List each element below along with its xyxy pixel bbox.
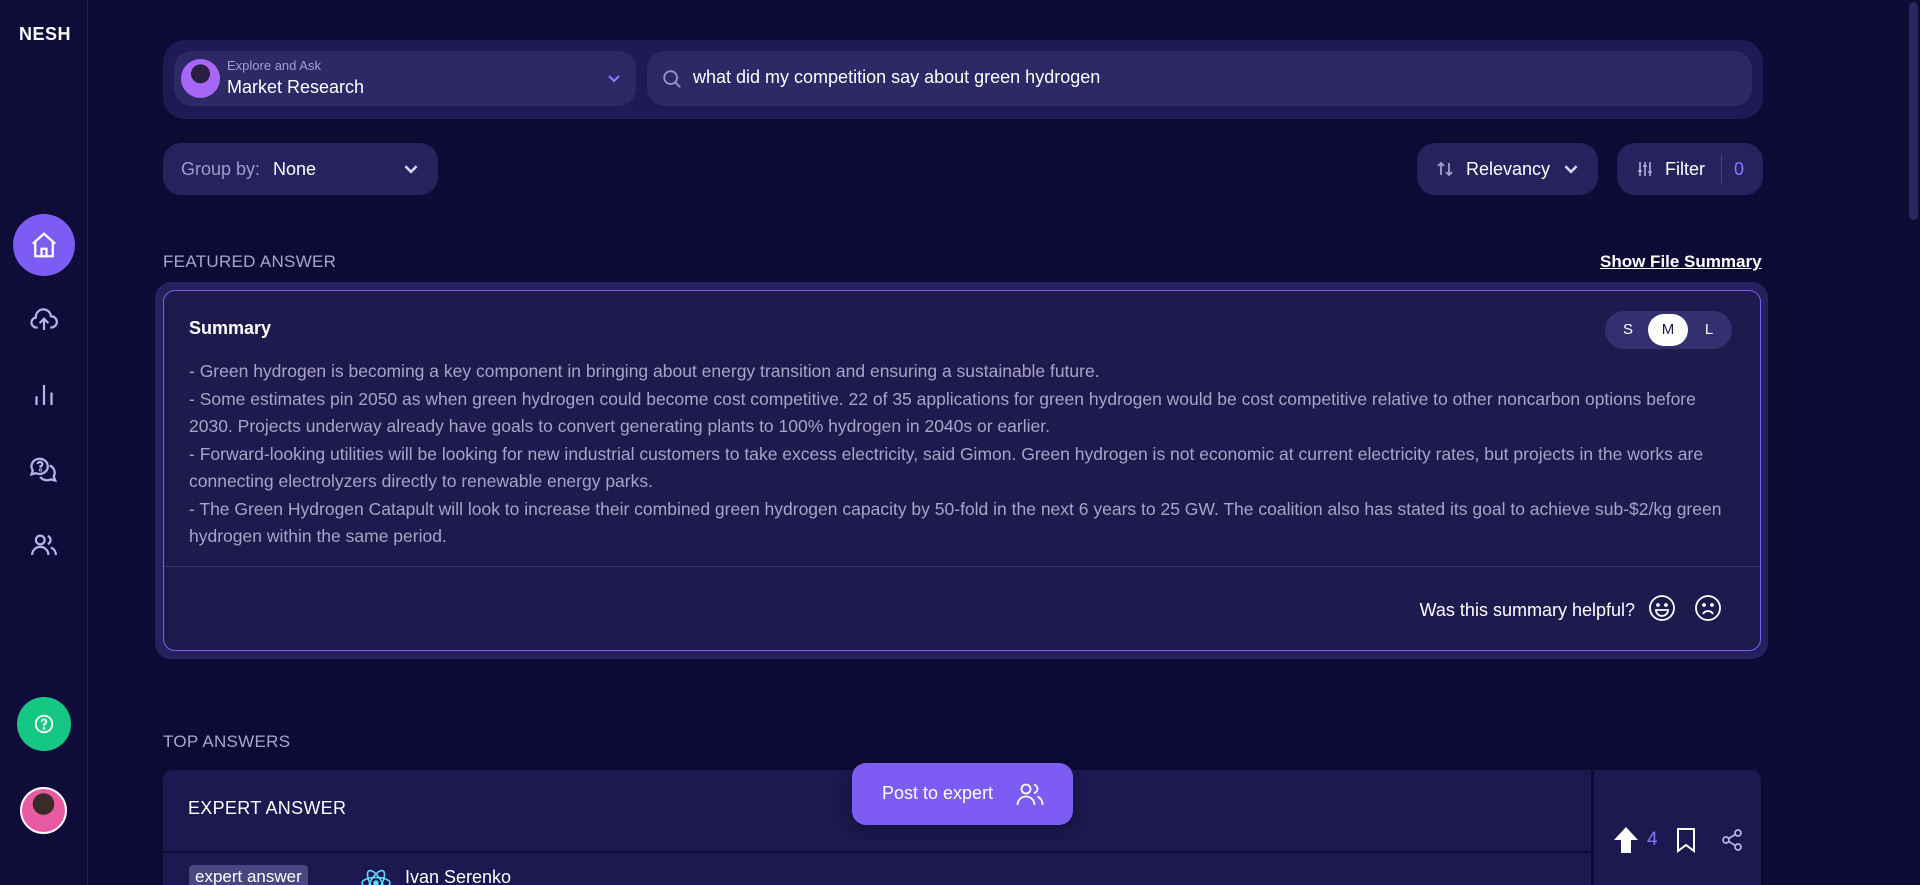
nav-home-button[interactable] <box>13 214 75 276</box>
answer-actions: 4 <box>1594 770 1761 885</box>
home-icon <box>32 232 56 258</box>
answer-type-title: EXPERT ANSWER <box>188 798 347 818</box>
filter-button[interactable]: Filter 0 <box>1617 143 1763 195</box>
group-by-select[interactable]: Group by: None <box>163 143 438 195</box>
featured-answer-heading: FEATURED ANSWER <box>163 252 337 271</box>
summary-title: Summary <box>189 318 272 338</box>
mode-caption: Explore and Ask <box>227 58 321 73</box>
sliders-icon <box>1638 162 1652 176</box>
app-logo[interactable]: NESH <box>19 24 71 45</box>
search-bar: Explore and Ask Market Research what did… <box>163 40 1763 119</box>
top-answers-heading: TOP ANSWERS <box>163 732 291 751</box>
search-field[interactable]: what did my competition say about green … <box>647 51 1752 106</box>
sidebar: NESH <box>0 0 88 885</box>
bar-chart-icon <box>35 385 53 405</box>
help-button[interactable] <box>17 697 71 751</box>
summary-line: - Forward-looking utilities will be look… <box>189 443 1704 492</box>
summary-length-toggle: S M L <box>1605 311 1732 349</box>
question-circle-icon <box>34 714 54 734</box>
thumbs-sad-button[interactable] <box>1693 593 1723 623</box>
upvote-icon[interactable] <box>1613 826 1639 854</box>
sort-value: Relevancy <box>1466 159 1551 179</box>
users-icon <box>1016 783 1044 806</box>
summary-line: - The Green Hydrogen Catapult will look … <box>189 498 1722 547</box>
nav-analytics-button[interactable] <box>13 364 75 426</box>
mode-value: Market Research <box>227 77 365 97</box>
nav-people-button[interactable] <box>13 514 75 576</box>
sad-face-icon <box>1695 595 1721 621</box>
bookmark-icon[interactable] <box>1674 827 1698 853</box>
upload-cloud-icon <box>30 308 58 330</box>
user-avatar[interactable] <box>20 787 67 834</box>
show-file-summary-link[interactable]: Show File Summary <box>1600 252 1762 272</box>
chevron-down-icon <box>1564 165 1578 174</box>
summary-line: - Some estimates pin 2050 as when green … <box>189 388 1696 437</box>
chat-question-icon <box>29 457 58 483</box>
answer-divider <box>163 851 1591 853</box>
smile-face-icon <box>1649 595 1675 621</box>
page-scrollbar[interactable] <box>1906 0 1920 885</box>
size-option-l[interactable]: L <box>1689 314 1729 346</box>
scrollbar-thumb[interactable] <box>1909 2 1918 220</box>
search-input[interactable]: what did my competition say about green … <box>693 67 1733 88</box>
nav-upload-button[interactable] <box>13 289 75 351</box>
filter-label: Filter <box>1665 159 1705 179</box>
filter-divider <box>1721 155 1722 183</box>
featured-answer-card: Summary S M L - Green hydrogen is becomi… <box>163 290 1761 651</box>
mode-dropdown[interactable]: Explore and Ask Market Research <box>174 51 636 106</box>
summary-text: - Green hydrogen is becoming a key compo… <box>189 358 1734 551</box>
group-by-value: None <box>273 159 317 179</box>
users-icon <box>31 534 57 556</box>
summary-line: - Green hydrogen is becoming a key compo… <box>189 361 1100 381</box>
answer-tag: expert answer <box>189 865 308 885</box>
helpful-question: Was this summary helpful? <box>1419 600 1635 620</box>
react-icon <box>361 869 391 885</box>
vote-count: 4 <box>1647 829 1658 850</box>
thumbs-happy-button[interactable] <box>1647 593 1677 623</box>
post-to-expert-button[interactable]: Post to expert <box>852 763 1073 825</box>
size-option-m[interactable]: M <box>1648 314 1688 346</box>
sort-arrows-icon <box>1437 161 1453 177</box>
sort-dropdown[interactable]: Relevancy <box>1417 143 1598 195</box>
persona-avatar <box>181 59 220 98</box>
filter-count: 0 <box>1734 159 1745 179</box>
summary-divider <box>164 566 1760 567</box>
chevron-down-icon <box>608 75 620 83</box>
share-icon[interactable] <box>1720 828 1744 852</box>
size-option-s[interactable]: S <box>1608 314 1648 346</box>
nav-questions-button[interactable] <box>13 439 75 501</box>
post-to-expert-label: Post to expert <box>882 783 994 803</box>
author-name[interactable]: Ivan Serenko <box>405 867 511 885</box>
search-icon <box>663 70 681 88</box>
group-by-label: Group by: <box>181 159 261 179</box>
chevron-down-icon <box>404 165 418 174</box>
